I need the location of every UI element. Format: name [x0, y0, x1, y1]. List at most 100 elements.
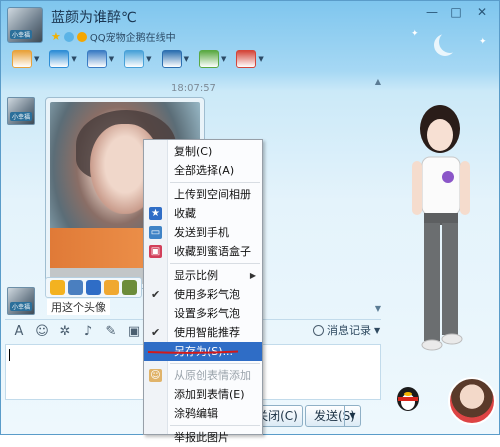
menu-item-label: 使用多彩气泡 [174, 288, 240, 301]
emoji-icon[interactable] [50, 280, 65, 295]
apps-icon [236, 50, 257, 68]
chevron-down-icon[interactable]: ▼ [221, 55, 226, 63]
chevron-down-icon[interactable]: ▼ [146, 55, 151, 63]
menu-item[interactable]: 涂鸦编辑 [144, 404, 262, 423]
title-bar: 小幸福 蓝颜为谁醉℃ ★ QQ宠物企鹅在线中 — □ ✕ ✦ ✦ [1, 1, 500, 47]
contact-avatar[interactable]: 小幸福 [7, 7, 43, 43]
voice-icon[interactable]: ♪ [80, 324, 96, 340]
emoji-icon[interactable]: ☺ [34, 324, 50, 340]
check-icon: ✔ [151, 288, 161, 301]
chevron-down-icon[interactable]: ▼ [34, 55, 39, 63]
menu-item-label: 显示比例 [174, 269, 218, 282]
message-history-button[interactable]: 消息记录 ▼ [313, 322, 380, 338]
send-button[interactable]: 发送(S) ▼ [305, 405, 361, 427]
scroll-up-icon[interactable]: ▲ [373, 77, 383, 86]
menu-item-label: 添加到表情(E) [174, 388, 245, 401]
remote-desktop-icon [86, 50, 107, 68]
avatar-tag: 小幸福 [10, 112, 33, 121]
chevron-down-icon[interactable]: ▼ [184, 55, 189, 63]
menu-item[interactable]: 收藏 ★ [144, 204, 262, 223]
qq-show-icon[interactable] [63, 31, 74, 42]
menu-item[interactable]: 添加到表情(E) [144, 385, 262, 404]
edit-icon[interactable]: ✎ [103, 324, 119, 340]
history-label: 消息记录 [327, 324, 371, 337]
more-icon[interactable] [122, 280, 137, 295]
menu-item-label: 全部选择(A) [174, 164, 235, 177]
menu-item[interactable]: 设置多彩气泡 [144, 304, 262, 323]
my-avatar[interactable] [448, 377, 496, 425]
toolbar-button[interactable]: ▼ [9, 47, 42, 71]
shake-icon[interactable]: ✲ [57, 324, 73, 340]
scroll-down-icon[interactable]: ▼ [373, 304, 383, 313]
contact-nickname: 蓝颜为谁醉℃ [51, 10, 137, 26]
message-text: 用这个头像 [47, 299, 110, 315]
chevron-down-icon[interactable]: ▼ [258, 55, 263, 63]
close-icon: ✕ [476, 5, 488, 19]
avatar-tag: 小幸福 [10, 302, 33, 311]
menu-item-label: 收藏 [174, 207, 196, 220]
camera-icon [49, 50, 70, 68]
face-icon[interactable] [104, 280, 119, 295]
maximize-button[interactable]: □ [447, 5, 465, 21]
check-icon: ✔ [151, 326, 161, 339]
contact-status-row: ★ QQ宠物企鹅在线中 [51, 29, 176, 44]
menu-separator [170, 263, 260, 264]
menu-item-label: 举报此图片 [174, 431, 229, 444]
chat-toolbar: ▼ ▼ ▼ ▼ ▼ ▼ ▼ [1, 45, 500, 73]
toolbar-button[interactable]: ▼ [121, 47, 154, 71]
menu-item[interactable]: 收藏到蜜语盒子 ▣ [144, 242, 262, 261]
favorite-icon[interactable] [86, 280, 101, 295]
avatar-tag: 小幸福 [10, 30, 33, 39]
face-icon: ☺ [149, 369, 162, 382]
menu-item[interactable]: 使用多彩气泡 ✔ [144, 285, 262, 304]
star-icon: ★ [149, 207, 162, 220]
microphone-icon [12, 50, 32, 68]
menu-item[interactable]: 复制(C) [144, 142, 262, 161]
contact-status-text: QQ宠物企鹅在线中 [89, 33, 176, 44]
file-transfer-icon [124, 50, 145, 68]
phone-icon: ▭ [149, 226, 162, 239]
image-icon[interactable]: ▣ [126, 324, 142, 340]
chevron-down-icon[interactable]: ▼ [71, 55, 76, 63]
send-options-chevron-icon[interactable]: ▼ [344, 406, 360, 426]
menu-item-label: 发送到手机 [174, 226, 229, 239]
toolbar-button[interactable]: ▼ [84, 47, 117, 71]
star-icon: ★ [51, 30, 61, 43]
sparkle-icon: ✦ [411, 29, 419, 39]
menu-item[interactable]: 全部选择(A) [144, 161, 262, 180]
sender-avatar[interactable]: 小幸福 [7, 287, 35, 315]
menu-item[interactable]: 显示比例 ▶ [144, 266, 262, 285]
tencent-penguin-icon[interactable] [390, 383, 426, 413]
menu-item[interactable]: 使用智能推荐 ✔ [144, 323, 262, 342]
menu-item-label: 复制(C) [174, 145, 213, 158]
chevron-down-icon[interactable]: ▼ [109, 55, 114, 63]
minimize-button[interactable]: — [423, 5, 441, 21]
close-window-button[interactable]: ✕ [473, 5, 491, 21]
screen-share-icon [161, 50, 182, 68]
menu-item[interactable]: 上传到空间相册 [144, 185, 262, 204]
menu-item-label: 从原创表情添加 [174, 369, 251, 382]
toolbar-button[interactable]: ▼ [46, 47, 79, 71]
menu-separator [170, 425, 260, 426]
maximize-icon: □ [450, 5, 462, 19]
save-icon[interactable] [68, 280, 83, 295]
sender-avatar[interactable]: 小幸福 [7, 97, 35, 125]
box-icon: ▣ [149, 245, 162, 258]
qq-show-panel [384, 77, 498, 432]
toolbar-button[interactable]: ▼ [159, 47, 192, 71]
message-timestamp: 18:07:57 [171, 83, 216, 94]
menu-item-label: 使用智能推荐 [174, 326, 240, 339]
font-icon[interactable]: A [11, 324, 27, 340]
submenu-arrow-icon: ▶ [249, 271, 256, 280]
qq-chat-window: 小幸福 蓝颜为谁醉℃ ★ QQ宠物企鹅在线中 — □ ✕ ✦ ✦ ▼ ▼ ▼ ▼ ▼ ▼ ▼… [0, 0, 500, 444]
qq-show-avatar-figure [412, 105, 470, 351]
chat-scrollbar[interactable]: ▲ ▼ [373, 77, 383, 313]
menu-separator [170, 182, 260, 183]
menu-item[interactable]: 发送到手机 ▭ [144, 223, 262, 242]
toolbar-button[interactable]: ▼ [196, 47, 229, 71]
chevron-down-icon: ▼ [374, 325, 381, 335]
toolbar-button[interactable]: ▼ [233, 47, 266, 71]
pet-icon[interactable] [76, 31, 87, 42]
menu-item[interactable]: 举报此图片 [144, 428, 262, 447]
text-caret [9, 349, 10, 361]
